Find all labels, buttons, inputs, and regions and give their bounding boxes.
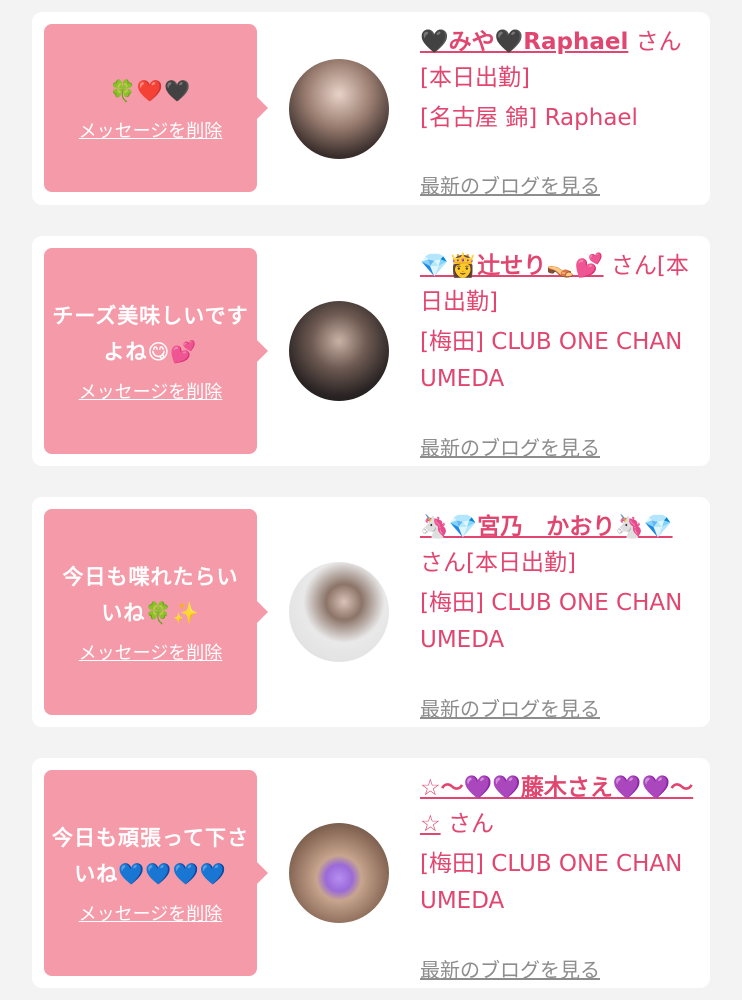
avatar[interactable] bbox=[289, 823, 389, 923]
message-text: 🍀❤️🖤 bbox=[109, 79, 192, 103]
message-bubble: チーズ美味しいですよね😋💕 メッセージを削除 bbox=[44, 248, 268, 454]
profile-name-link[interactable]: 🦄💎宮乃 かおり🦄💎 bbox=[420, 514, 673, 540]
message-text: チーズ美味しいですよね😋💕 bbox=[52, 304, 249, 364]
profile-name-link[interactable]: 🖤みや🖤Raphael bbox=[420, 29, 628, 55]
message-card: チーズ美味しいですよね😋💕 メッセージを削除 💎👸辻せり👡💕 さん[本日出勤] … bbox=[32, 236, 710, 466]
delete-message-link[interactable]: メッセージを削除 bbox=[79, 639, 223, 665]
shop-name: [梅田] CLUB ONE CHAN UMEDA bbox=[420, 590, 683, 653]
avatar[interactable] bbox=[289, 301, 389, 401]
avatar[interactable] bbox=[289, 562, 389, 662]
name-line: 🦄💎宮乃 かおり🦄💎 さん[本日出勤] bbox=[420, 509, 700, 581]
latest-blog-link[interactable]: 最新のブログを見る bbox=[420, 432, 600, 461]
profile-info: 💎👸辻せり👡💕 さん[本日出勤] [梅田] CLUB ONE CHAN UMED… bbox=[420, 248, 700, 460]
message-card: 今日も頑張って下さいね💙💙💙💙 メッセージを削除 ☆〜💜💜藤木さえ💜💜〜☆ さん… bbox=[32, 758, 710, 988]
message-text: 今日も喋れたらいいね🍀✨ bbox=[62, 565, 239, 625]
name-line: 💎👸辻せり👡💕 さん[本日出勤] bbox=[420, 248, 700, 320]
status-text: さん[本日出勤] bbox=[420, 550, 576, 576]
name-line: ☆〜💜💜藤木さえ💜💜〜☆ さん bbox=[420, 770, 700, 842]
message-text: 今日も頑張って下さいね💙💙💙💙 bbox=[52, 826, 249, 886]
shop-name: [名古屋 錦] Raphael bbox=[420, 105, 638, 131]
latest-blog-link[interactable]: 最新のブログを見る bbox=[420, 954, 600, 983]
name-line: 🖤みや🖤Raphael さん[本日出勤] bbox=[420, 24, 700, 96]
message-card: 🍀❤️🖤 メッセージを削除 🖤みや🖤Raphael さん[本日出勤] [名古屋 … bbox=[32, 12, 710, 205]
shop-name: [梅田] CLUB ONE CHAN UMEDA bbox=[420, 851, 683, 914]
profile-name-link[interactable]: 💎👸辻せり👡💕 bbox=[420, 253, 604, 279]
message-bubble: 今日も頑張って下さいね💙💙💙💙 メッセージを削除 bbox=[44, 770, 268, 976]
profile-info: 🦄💎宮乃 かおり🦄💎 さん[本日出勤] [梅田] CLUB ONE CHAN U… bbox=[420, 509, 700, 721]
message-bubble: 🍀❤️🖤 メッセージを削除 bbox=[44, 24, 268, 192]
message-bubble: 今日も喋れたらいいね🍀✨ メッセージを削除 bbox=[44, 509, 268, 715]
profile-info: 🖤みや🖤Raphael さん[本日出勤] [名古屋 錦] Raphael 最新の… bbox=[420, 24, 700, 198]
profile-info: ☆〜💜💜藤木さえ💜💜〜☆ さん [梅田] CLUB ONE CHAN UMEDA… bbox=[420, 770, 700, 982]
status-text: さん bbox=[447, 811, 494, 837]
avatar[interactable] bbox=[289, 59, 389, 159]
latest-blog-link[interactable]: 最新のブログを見る bbox=[420, 170, 600, 199]
shop-name: [梅田] CLUB ONE CHAN UMEDA bbox=[420, 329, 683, 392]
latest-blog-link[interactable]: 最新のブログを見る bbox=[420, 693, 600, 722]
delete-message-link[interactable]: メッセージを削除 bbox=[79, 117, 223, 143]
delete-message-link[interactable]: メッセージを削除 bbox=[79, 378, 223, 404]
message-card: 今日も喋れたらいいね🍀✨ メッセージを削除 🦄💎宮乃 かおり🦄💎 さん[本日出勤… bbox=[32, 497, 710, 727]
delete-message-link[interactable]: メッセージを削除 bbox=[79, 900, 223, 926]
